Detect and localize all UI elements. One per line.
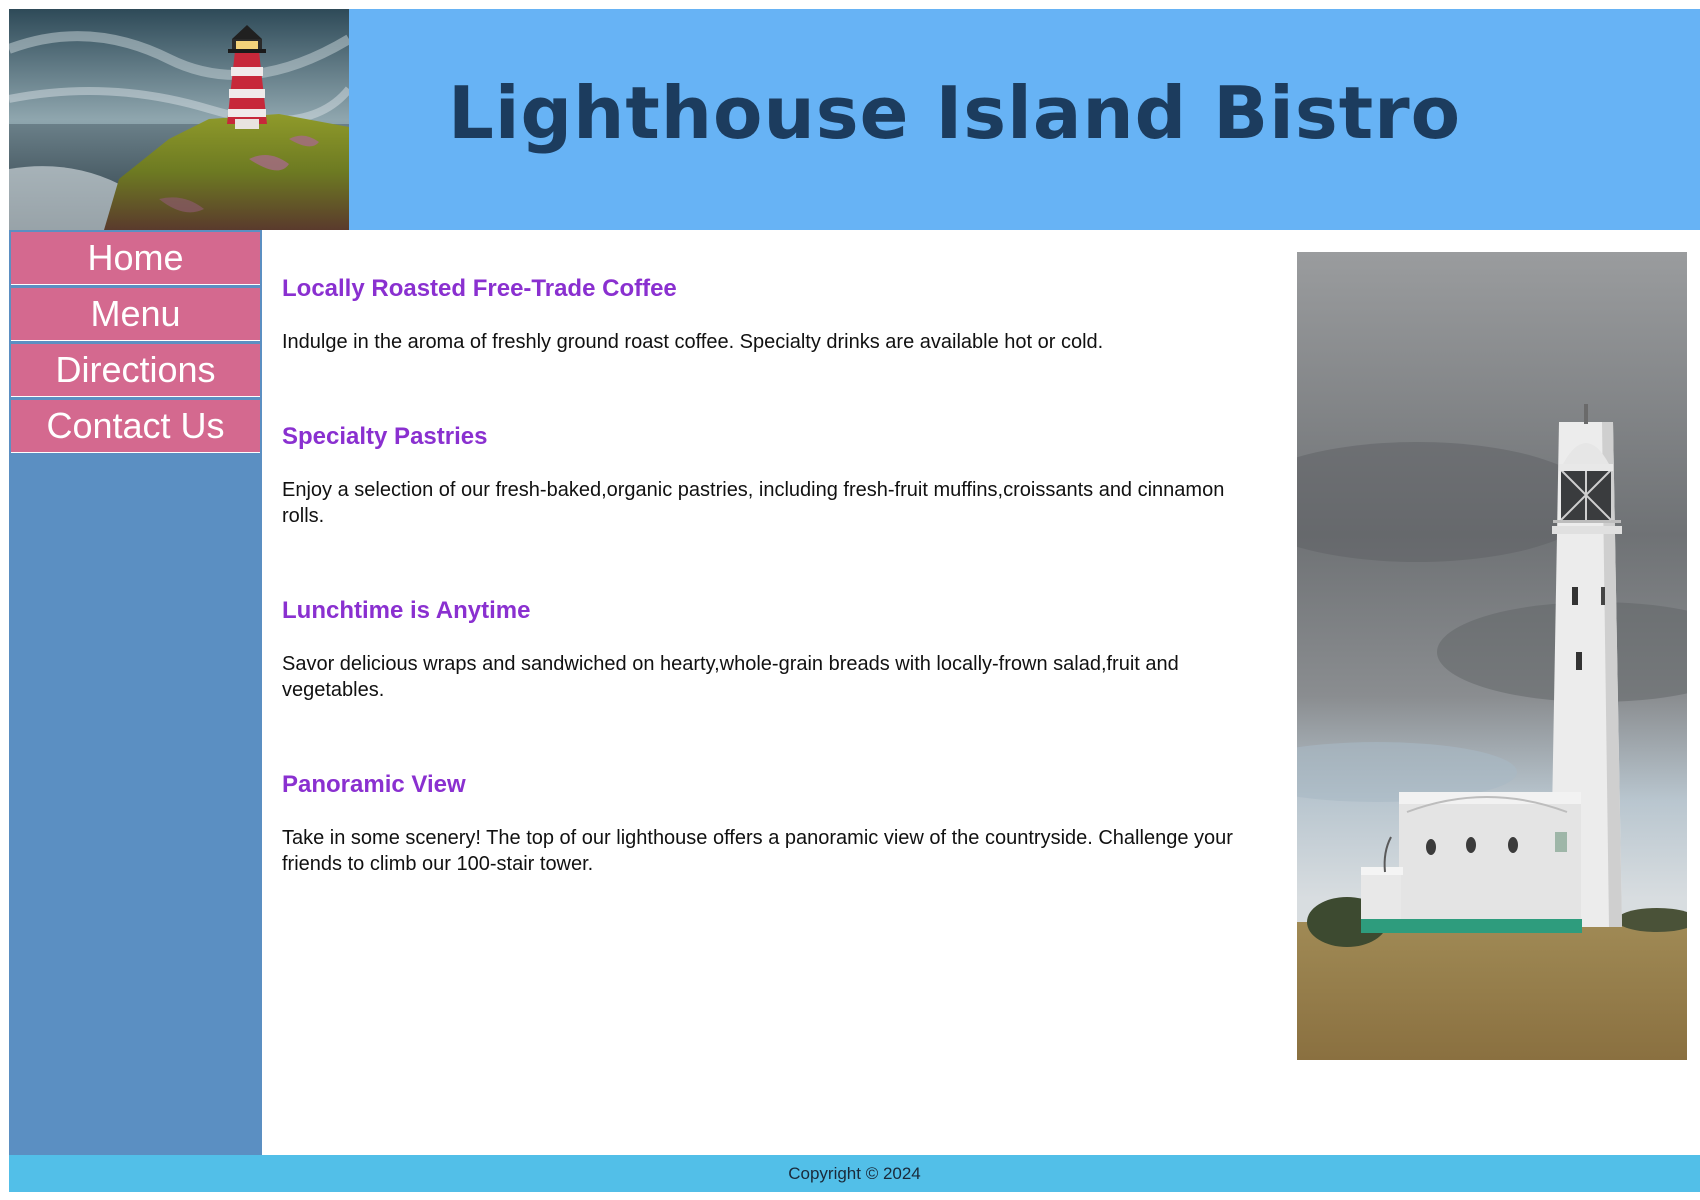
- section-heading: Locally Roasted Free-Trade Coffee: [282, 275, 677, 302]
- section-text: Savor delicious wraps and sandwiched on …: [282, 653, 1179, 701]
- section-panoramic-view: Panoramic View Take in some scenery! The…: [282, 771, 1242, 877]
- copyright-text: Copyright © 2024: [788, 1163, 921, 1183]
- side-lighthouse-photo: [1297, 252, 1687, 1060]
- white-lighthouse-illustration: [1297, 252, 1687, 1060]
- section-lunchtime: Lunchtime is Anytime Savor delicious wra…: [282, 597, 1242, 703]
- lighthouse-cliff-illustration: [9, 9, 349, 230]
- header-lighthouse-image: [9, 9, 349, 230]
- sidebar: Home Menu Directions Contact Us: [9, 230, 262, 1163]
- main-nav: Home Menu Directions Contact Us: [9, 230, 262, 456]
- page-wrapper: Lighthouse Island Bistro Home Menu Direc…: [9, 9, 1700, 1192]
- nav-item-menu[interactable]: Menu: [11, 288, 260, 341]
- nav-link-contact-us[interactable]: Contact Us: [46, 408, 224, 444]
- site-header: Lighthouse Island Bistro: [9, 9, 1700, 230]
- site-footer: Copyright © 2024: [9, 1155, 1700, 1192]
- nav-item-contact-us[interactable]: Contact Us: [11, 400, 260, 453]
- section-text: Indulge in the aroma of freshly ground r…: [282, 331, 1104, 353]
- section-text: Enjoy a selection of our fresh-baked,org…: [282, 479, 1225, 527]
- section-heading: Lunchtime is Anytime: [282, 597, 531, 624]
- nav-item-directions[interactable]: Directions: [11, 344, 260, 397]
- section-coffee: Locally Roasted Free-Trade Coffee Indulg…: [282, 275, 1103, 355]
- nav-link-directions[interactable]: Directions: [55, 352, 215, 388]
- nav-link-menu[interactable]: Menu: [90, 296, 180, 332]
- section-text: Take in some scenery! The top of our lig…: [282, 827, 1233, 875]
- site-title: Lighthouse Island Bistro: [448, 71, 1462, 155]
- section-heading: Specialty Pastries: [282, 423, 488, 450]
- section-heading: Panoramic View: [282, 771, 466, 798]
- section-pastries: Specialty Pastries Enjoy a selection of …: [282, 423, 1242, 529]
- nav-link-home[interactable]: Home: [87, 240, 183, 276]
- nav-item-home[interactable]: Home: [11, 232, 260, 285]
